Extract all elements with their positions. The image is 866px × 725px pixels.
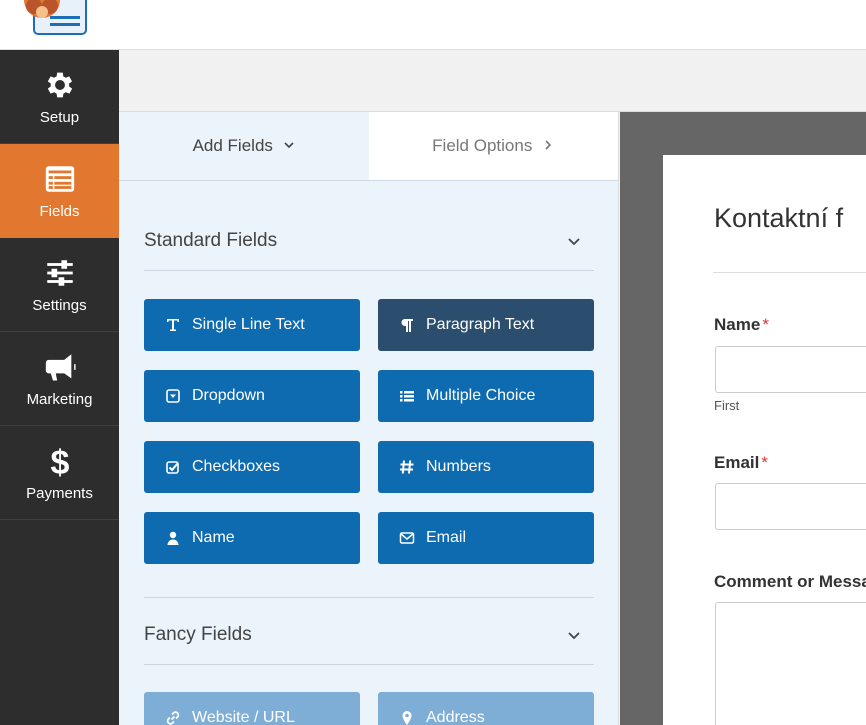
add-website-url-button[interactable]: Website / URL	[144, 692, 360, 725]
fancy-fields-toggle[interactable]: Fancy Fields	[144, 605, 594, 665]
button-label: Email	[426, 529, 467, 546]
panel-tabs: Add Fields Field Options	[119, 112, 618, 181]
sidebar-item-payments[interactable]: $ Payments	[0, 426, 119, 520]
button-label: Single Line Text	[192, 316, 305, 333]
form-preview-card: Kontaktní f Name * First Email * Comment o…	[663, 155, 866, 725]
sidebar-item-label: Settings	[32, 297, 87, 314]
logo	[12, 0, 88, 36]
sidebar-item-settings[interactable]: Settings	[0, 238, 119, 332]
builder-toolbar	[119, 50, 866, 112]
add-checkboxes-button[interactable]: Checkboxes	[144, 441, 360, 493]
sidebar-item-fields[interactable]: Fields	[0, 144, 119, 238]
gear-icon	[42, 67, 78, 103]
button-label: Checkboxes	[192, 458, 281, 475]
tab-add-fields[interactable]: Add Fields	[119, 112, 369, 180]
name-first-sublabel: First	[714, 398, 740, 413]
field-label-text: Name	[714, 315, 761, 334]
chevron-right-icon	[542, 139, 554, 154]
add-name-button[interactable]: Name	[144, 512, 360, 564]
button-label: Address	[426, 709, 485, 725]
map-marker-icon	[398, 709, 416, 725]
builder-sidebar: Setup Fields Settings Marketing $ Paymen…	[0, 50, 119, 725]
email-input[interactable]	[715, 483, 866, 530]
fields-list-icon	[42, 161, 78, 197]
hash-icon	[398, 458, 416, 476]
chevron-down-icon	[568, 237, 580, 245]
sidebar-item-label: Setup	[39, 109, 80, 126]
sidebar-item-marketing[interactable]: Marketing	[0, 332, 119, 426]
svg-text:$: $	[50, 444, 69, 478]
tab-label: Add Fields	[192, 136, 273, 155]
button-label: Name	[192, 529, 235, 546]
field-label-text: Email	[714, 453, 760, 472]
dollar-icon: $	[42, 443, 78, 479]
user-icon	[164, 529, 182, 547]
top-bar	[0, 0, 866, 50]
form-title[interactable]: Kontaktní f	[714, 203, 843, 234]
email-field-label[interactable]: Email *	[714, 453, 768, 473]
button-label: Website / URL	[192, 709, 295, 725]
tab-label: Field Options	[432, 136, 533, 155]
text-icon	[164, 316, 182, 334]
name-first-input[interactable]	[715, 346, 866, 393]
envelope-icon	[398, 529, 416, 547]
checkbox-icon	[164, 458, 182, 476]
list-icon	[398, 387, 416, 405]
sidebar-item-label: Fields	[39, 203, 80, 220]
chevron-down-icon	[568, 631, 580, 639]
name-field-label[interactable]: Name *	[714, 315, 769, 335]
button-label: Numbers	[426, 458, 491, 475]
tab-field-options[interactable]: Field Options	[368, 112, 618, 180]
sliders-icon	[42, 255, 78, 291]
required-marker: *	[761, 453, 768, 472]
megaphone-icon	[42, 349, 78, 385]
fields-panel: Add Fields Field Options Standard Fields…	[119, 112, 619, 725]
add-numbers-button[interactable]: Numbers	[378, 441, 594, 493]
dropdown-icon	[164, 387, 182, 405]
add-paragraph-text-button[interactable]: Paragraph Text	[378, 299, 594, 351]
add-single-line-text-button[interactable]: Single Line Text	[144, 299, 360, 351]
comment-field-label[interactable]: Comment or Messa	[714, 572, 866, 592]
button-label: Multiple Choice	[426, 387, 536, 404]
sidebar-item-setup[interactable]: Setup	[0, 50, 119, 144]
sidebar-item-label: Payments	[26, 485, 93, 502]
form-title-divider	[713, 272, 866, 273]
add-address-button[interactable]: Address	[378, 692, 594, 725]
group-title: Fancy Fields	[144, 623, 252, 645]
paragraph-icon	[398, 316, 416, 334]
add-dropdown-button[interactable]: Dropdown	[144, 370, 360, 422]
button-label: Paragraph Text	[426, 316, 535, 333]
button-label: Dropdown	[192, 387, 265, 404]
comment-textarea[interactable]	[715, 602, 866, 725]
link-icon	[164, 709, 182, 725]
standard-fields-toggle[interactable]: Standard Fields	[144, 211, 594, 271]
add-multiple-choice-button[interactable]: Multiple Choice	[378, 370, 594, 422]
chevron-down-icon	[283, 139, 295, 154]
group-divider	[144, 597, 594, 598]
group-title: Standard Fields	[144, 229, 278, 251]
add-email-button[interactable]: Email	[378, 512, 594, 564]
required-marker: *	[762, 315, 769, 334]
sidebar-item-label: Marketing	[26, 391, 93, 408]
field-label-text: Comment or Messa	[714, 572, 866, 591]
